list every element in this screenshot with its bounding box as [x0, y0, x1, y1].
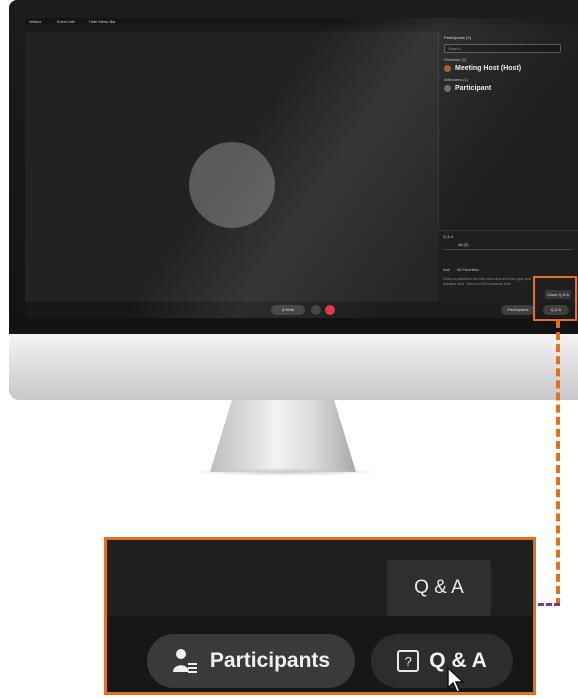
- video-area: [25, 32, 438, 302]
- meeting-toolbar: ▮ Mute Participants Q & A: [25, 302, 578, 318]
- search-input[interactable]: Search: [444, 44, 561, 53]
- mute-button[interactable]: ▮ Mute: [271, 305, 305, 315]
- host-name: Meeting Host (Host): [455, 65, 522, 72]
- stand-shadow: [190, 468, 380, 476]
- qa-ask-target[interactable]: All Panelists: [457, 267, 479, 272]
- qa-ask-label: Ask: [443, 267, 450, 272]
- participants-icon: [172, 649, 197, 673]
- monitor-chin: [9, 334, 578, 400]
- highlight-box: [533, 276, 577, 321]
- avatar: [189, 142, 275, 228]
- qa-tooltip: Q & A: [387, 560, 491, 616]
- participants-small-label: Participants: [507, 307, 529, 312]
- app-screen: Webex Event Info Hide Menu Bar File Edit…: [25, 18, 578, 318]
- end-call-button[interactable]: [325, 305, 335, 315]
- app-title: Webex: [29, 19, 42, 24]
- participants-button-small[interactable]: Participants: [501, 305, 535, 315]
- qa-input-hint[interactable]: Select a panelist in the Ask menu first …: [438, 275, 538, 289]
- attendee-name: Participant: [455, 85, 492, 92]
- mute-label: Mute: [285, 307, 295, 312]
- participants-button[interactable]: Participants: [147, 634, 355, 688]
- qa-button[interactable]: ? Q & A: [371, 634, 513, 688]
- attendee-avatar-icon: [444, 85, 451, 92]
- qa-ask-row[interactable]: Ask All Panelists: [438, 264, 578, 275]
- hide-menu-label[interactable]: Hide Menu Bar: [89, 18, 116, 25]
- participants-label: Participants: [209, 649, 331, 672]
- zoom-inset: Q & A Participants ? Q & A: [104, 537, 536, 695]
- question-icon: ?: [397, 650, 420, 672]
- inset-top-area: Q & A: [107, 540, 533, 616]
- host-avatar-icon: [444, 65, 451, 72]
- qa-tab-all[interactable]: All (0): [458, 242, 578, 247]
- participants-header: Participants (3): [444, 35, 471, 40]
- microphone-icon: ▮: [281, 307, 285, 312]
- menu-bar: File Edit Share View Audio & Video Parti…: [25, 25, 578, 39]
- connector-line-vertical: [556, 320, 560, 606]
- attendees-header[interactable]: Attendees (1): [439, 74, 578, 83]
- monitor-stand: [210, 400, 356, 472]
- more-options-button[interactable]: [311, 305, 321, 315]
- panelists-header[interactable]: Panelists (2): [439, 54, 578, 63]
- qa-divider: [443, 249, 573, 250]
- event-info-label[interactable]: Event Info: [57, 18, 75, 25]
- attendee-row[interactable]: Participant: [439, 83, 578, 94]
- cursor-icon: [447, 666, 465, 692]
- title-bar: Webex Event Info Hide Menu Bar: [25, 18, 578, 25]
- qa-header: Q & A: [443, 234, 454, 239]
- host-row[interactable]: Meeting Host (Host): [439, 63, 578, 74]
